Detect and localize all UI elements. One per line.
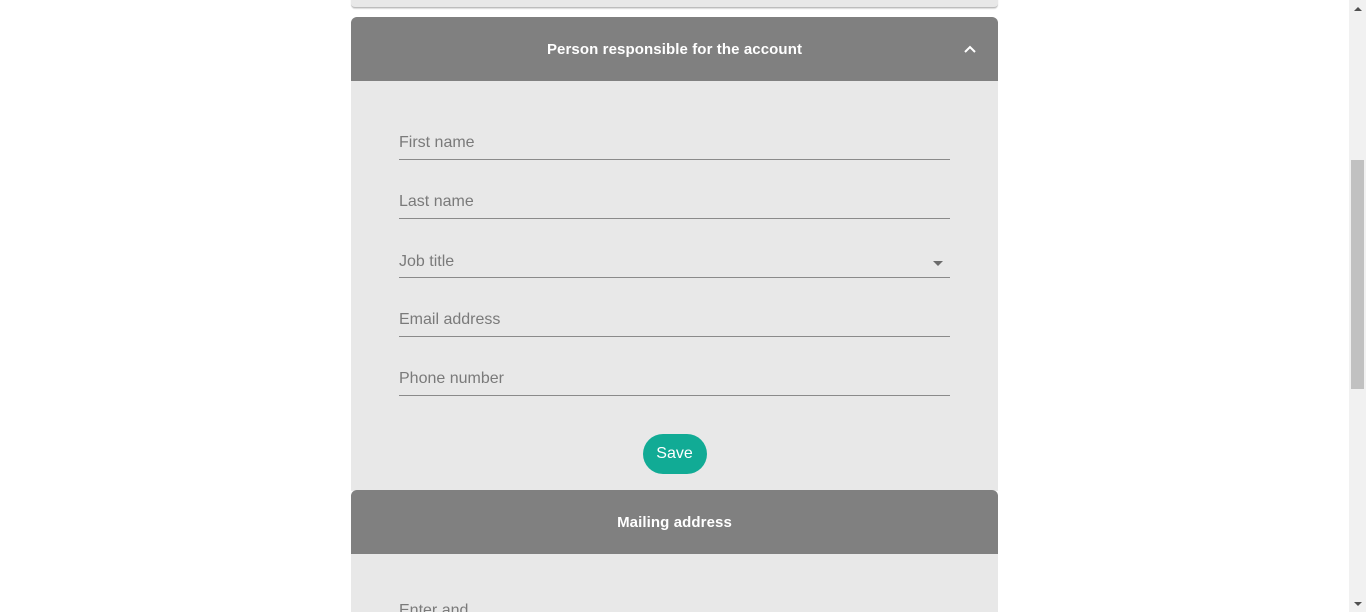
phone-field-wrapper (399, 358, 950, 396)
mailing-section-title: Mailing address (617, 513, 732, 531)
person-responsible-section: Person responsible for the account Job t… (351, 17, 998, 491)
last-name-input[interactable] (399, 190, 950, 214)
chevron-up-icon[interactable] (960, 39, 980, 59)
mailing-first-field-placeholder[interactable]: Enter and... (399, 602, 482, 612)
vertical-scrollbar[interactable] (1349, 0, 1366, 612)
first-name-input[interactable] (399, 131, 950, 155)
save-button-container: Save (351, 434, 998, 474)
scroll-up-arrow-icon[interactable] (1349, 0, 1366, 17)
person-form: Job title (351, 81, 998, 396)
scrollbar-thumb[interactable] (1351, 160, 1364, 389)
person-section-title: Person responsible for the account (546, 40, 803, 58)
email-input[interactable] (399, 308, 950, 332)
job-title-select[interactable]: Job title (399, 240, 950, 278)
previous-section-card (351, 0, 998, 8)
mailing-section-header[interactable]: Mailing address (351, 490, 998, 554)
email-field-wrapper (399, 299, 950, 337)
phone-input[interactable] (399, 367, 950, 391)
person-section-header[interactable]: Person responsible for the account (351, 17, 998, 81)
dropdown-arrow-icon (933, 261, 943, 266)
scroll-down-arrow-icon[interactable] (1349, 595, 1366, 612)
mailing-address-section: Mailing address Enter and... (351, 490, 998, 612)
save-button[interactable]: Save (642, 434, 707, 474)
first-name-field-wrapper (399, 122, 950, 160)
last-name-field-wrapper (399, 181, 950, 219)
job-title-label: Job title (399, 253, 455, 270)
page: Person responsible for the account Job t… (0, 0, 1366, 612)
